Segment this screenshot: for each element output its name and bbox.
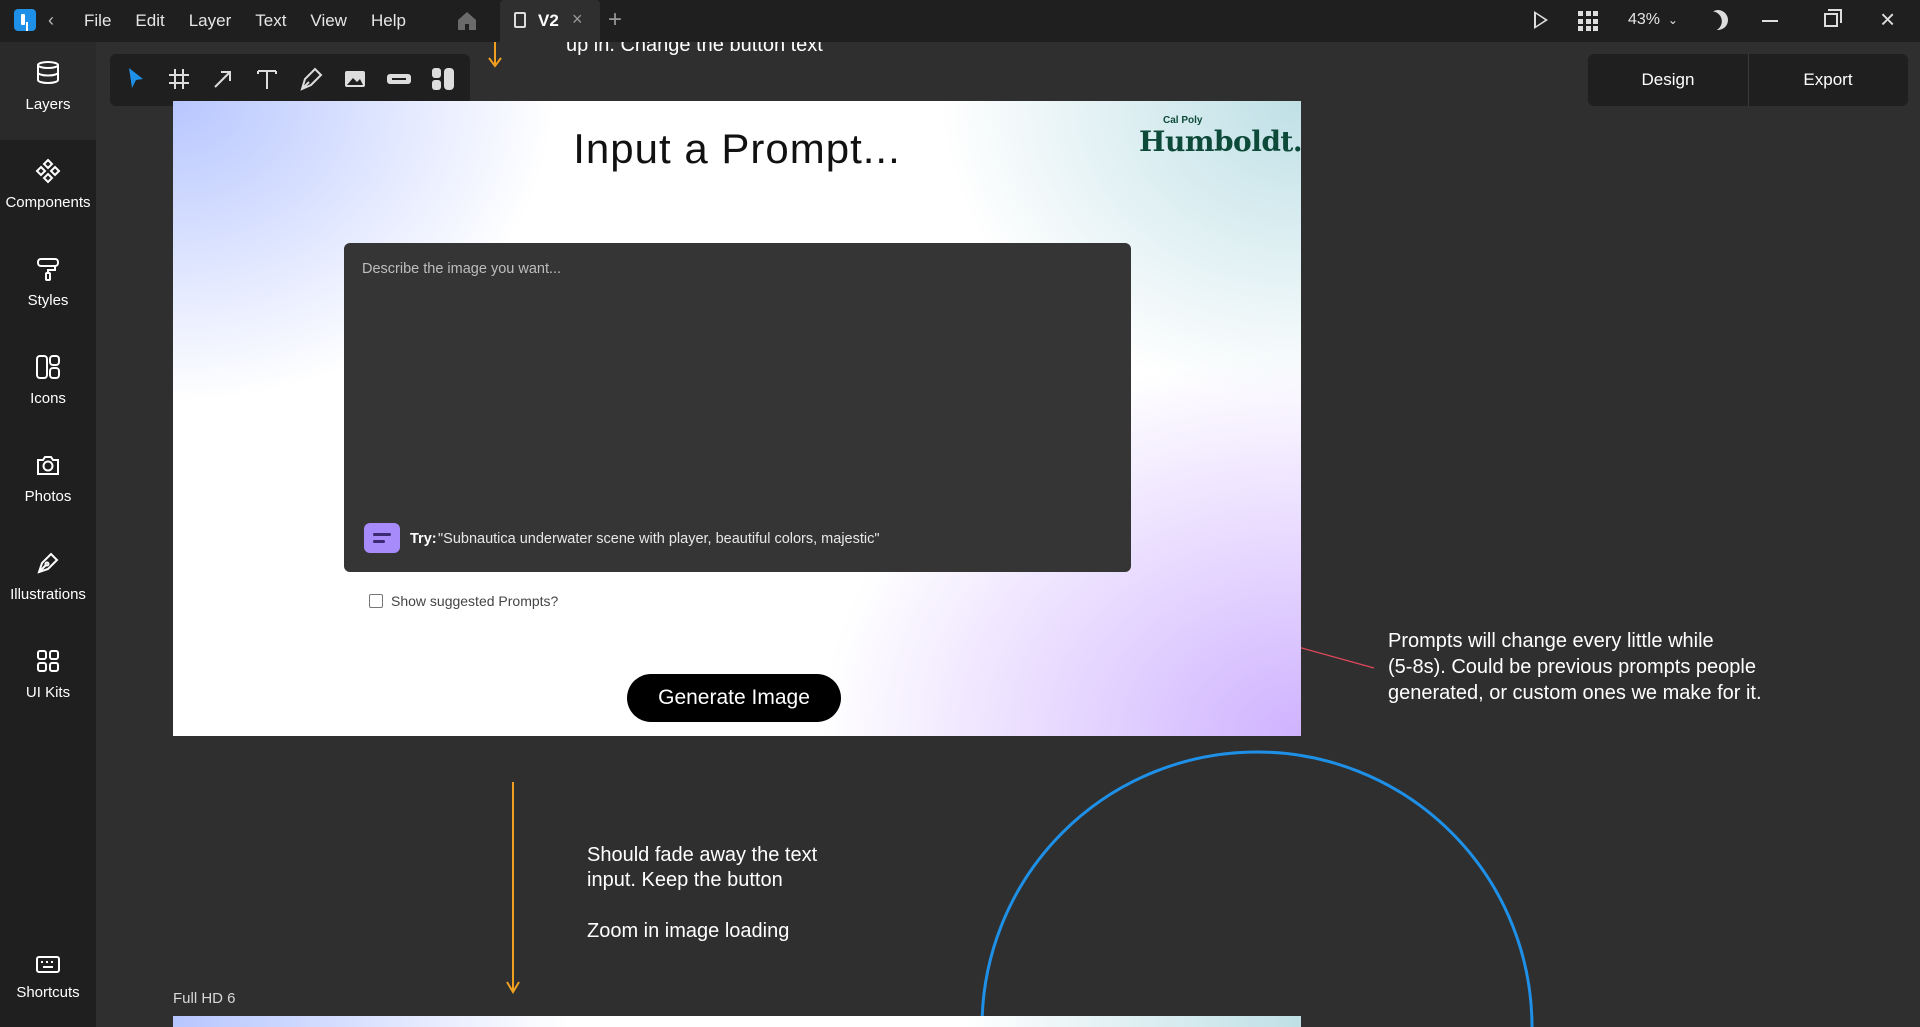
select-tool-icon[interactable] [120, 64, 150, 94]
menu-file[interactable]: File [72, 0, 123, 42]
page-title: Input a Prompt... [573, 125, 901, 172]
top-bar: ‹ File Edit Layer Text View Help V2 × + … [0, 0, 1920, 42]
sidebar-item-label: Shortcuts [16, 984, 80, 1001]
tab-label: V2 [538, 11, 559, 30]
moon-icon[interactable] [1704, 6, 1731, 33]
sidebar-item-components[interactable]: Components [0, 140, 96, 238]
generate-image-button[interactable]: Generate Image [627, 674, 841, 722]
prompt-suggestion-icon [364, 523, 400, 553]
text-tool-icon[interactable] [252, 64, 282, 94]
back-chevron-icon[interactable]: ‹ [48, 10, 54, 31]
sidebar-item-label: Styles [27, 292, 69, 309]
sidebar-item-label: Icons [30, 390, 66, 407]
styles-icon [37, 258, 59, 281]
artboard-frame-2[interactable] [173, 1016, 1301, 1027]
zoom-level: 43% [1628, 11, 1661, 28]
note-prompts-line-3: generated, or custom ones we make for it… [1388, 682, 1762, 704]
frame-label[interactable]: Full HD 6 [173, 990, 236, 1007]
sidebar-item-label: Illustrations [10, 586, 86, 603]
sidebar-item-label: Components [5, 194, 91, 211]
components-tool-icon[interactable] [428, 64, 458, 94]
zoom-dropdown[interactable]: 43% ⌄ [1628, 11, 1678, 29]
tab-design[interactable]: Design [1588, 54, 1748, 106]
left-sidebar: Layers Components Styles Icons Photos Il… [0, 42, 96, 1027]
menu-text[interactable]: Text [243, 0, 298, 42]
prompt-box: Try: "Subnautica underwater scene with p… [344, 243, 1131, 572]
sidebar-item-layers[interactable]: Layers [0, 42, 96, 140]
tool-bar [110, 54, 470, 106]
minimize-icon[interactable] [1762, 20, 1778, 22]
sidebar-item-illustrations[interactable]: Illustrations [0, 532, 96, 630]
play-icon[interactable] [1534, 11, 1548, 29]
chevron-down-icon: ⌄ [1664, 13, 1678, 27]
tab-export[interactable]: Export [1748, 54, 1908, 106]
try-label: Try: [410, 531, 437, 547]
home-icon[interactable] [456, 10, 478, 32]
pen-icon [37, 552, 59, 574]
prompt-input[interactable] [344, 243, 1131, 493]
menu-edit[interactable]: Edit [123, 0, 176, 42]
sidebar-item-shortcuts[interactable]: Shortcuts [0, 942, 96, 1027]
tab-close-icon[interactable]: × [572, 9, 583, 30]
image-tool-icon[interactable] [340, 64, 370, 94]
menu-layer[interactable]: Layer [177, 0, 244, 42]
sidebar-item-styles[interactable]: Styles [0, 238, 96, 336]
camera-icon [37, 456, 59, 475]
suggest-prompts-checkbox[interactable] [369, 594, 383, 608]
humboldt-logo: Cal Poly Humboldt. [1139, 113, 1301, 159]
suggest-prompts-label: Show suggested Prompts? [391, 593, 559, 609]
sidebar-item-icons[interactable]: Icons [0, 336, 96, 434]
apps-grid-icon[interactable] [1578, 11, 1598, 31]
arrow-tool-icon[interactable] [208, 64, 238, 94]
note-fade-line-2: input. Keep the button [587, 869, 783, 891]
sidebar-item-label: UI Kits [25, 684, 71, 701]
top-note: up in. Change the button text [566, 42, 823, 56]
menu-view[interactable]: View [298, 0, 359, 42]
note-zoom-loading: Zoom in image loading [587, 920, 790, 942]
tab-v2[interactable]: V2 × [500, 0, 600, 42]
artboard-frame[interactable]: Input a Prompt... Cal Poly Humboldt. Try… [173, 101, 1301, 736]
icons-icon [36, 355, 60, 379]
blue-circle [980, 750, 1534, 1027]
add-tab-icon[interactable]: + [608, 6, 622, 34]
panel-tabs: Design Export [1588, 54, 1908, 106]
try-text: "Subnautica underwater scene with player… [438, 531, 880, 547]
sidebar-item-photos[interactable]: Photos [0, 434, 96, 532]
button-tool-icon[interactable] [384, 64, 414, 94]
design-canvas[interactable]: up in. Change the button text Design Exp… [96, 42, 1920, 1027]
components-icon [35, 158, 61, 184]
sidebar-item-ui-kits[interactable]: UI Kits [0, 630, 96, 728]
grid-icon [37, 650, 59, 672]
sidebar-item-label: Layers [25, 96, 71, 113]
sidebar-item-label: Photos [24, 488, 72, 505]
file-icon [514, 12, 526, 28]
frame-tool-icon[interactable] [164, 64, 194, 94]
menu-bar: File Edit Layer Text View Help [72, 0, 418, 42]
restore-icon[interactable] [1824, 9, 1842, 27]
note-prompts-line-2: (5-8s). Could be previous prompts people [1388, 656, 1756, 678]
note-fade-line-1: Should fade away the text [587, 844, 818, 866]
logo-big-text: Humboldt. [1139, 125, 1301, 158]
layers-icon [37, 61, 59, 84]
pen-tool-icon[interactable] [296, 64, 326, 94]
app-logo-icon[interactable] [14, 9, 36, 31]
menu-help[interactable]: Help [359, 0, 418, 42]
keyboard-icon [36, 956, 60, 973]
try-suggestion[interactable]: Try: "Subnautica underwater scene with p… [364, 521, 1104, 561]
close-icon[interactable]: × [1880, 4, 1895, 35]
note-prompts-line-1: Prompts will change every little while [1388, 630, 1714, 652]
